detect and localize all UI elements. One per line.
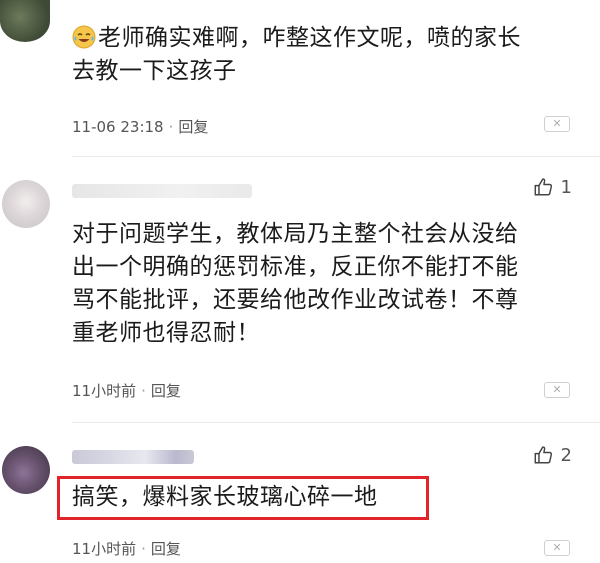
- close-icon[interactable]: ✕: [544, 116, 570, 132]
- username[interactable]: q2 34: [72, 184, 252, 198]
- reply-button[interactable]: 回复: [151, 382, 181, 400]
- avatar[interactable]: [2, 446, 50, 494]
- comment-line-2: 出一个明确的惩罚标准，反正你不能打不能: [72, 254, 519, 280]
- avatar[interactable]: [0, 0, 50, 42]
- divider: [72, 156, 600, 157]
- laughing-crying-emoji-icon: [72, 25, 96, 49]
- close-icon[interactable]: ✕: [544, 540, 570, 556]
- thumbs-up-icon: [534, 446, 552, 464]
- comment-line-1: 老师确实难啊，咋整这作文呢，喷的家长: [98, 25, 521, 51]
- close-icon[interactable]: ✕: [544, 382, 570, 398]
- username[interactable]: [72, 450, 194, 464]
- comment-line-2: 去教一下这孩子: [72, 58, 237, 84]
- comment-meta: 11-06 23:18 · 回复: [72, 116, 208, 137]
- timestamp: 11小时前: [72, 540, 137, 558]
- comment-line-4: 重老师也得忍耐！: [72, 320, 260, 346]
- highlight-box: [57, 476, 429, 520]
- reply-button[interactable]: 回复: [151, 540, 181, 558]
- comment-item: q2 34 1 对于问题学生，教体局乃主整个社会从没给 出一个明确的惩罚标准，反…: [0, 170, 600, 410]
- meta-separator: ·: [141, 540, 146, 558]
- comment-meta: 11小时前 · 回复: [72, 538, 181, 559]
- avatar[interactable]: [2, 180, 50, 228]
- like-count: 2: [560, 444, 572, 466]
- meta-separator: ·: [141, 382, 146, 400]
- like-button[interactable]: 1: [533, 176, 572, 198]
- meta-separator: ·: [168, 118, 174, 136]
- thumbs-up-icon: [534, 178, 552, 196]
- comment-text: 对于问题学生，教体局乃主整个社会从没给 出一个明确的惩罚标准，反正你不能打不能 …: [72, 218, 572, 350]
- comment-item: 老师确实难啊，咋整这作文呢，喷的家长 去教一下这孩子 11-06 23:18 · 回…: [0, 0, 600, 150]
- like-button[interactable]: 2: [533, 444, 572, 466]
- like-count: 1: [560, 176, 572, 198]
- comment-line-1: 对于问题学生，教体局乃主整个社会从没给: [72, 221, 519, 247]
- comment-line-3: 骂不能批评，还要给他改作业改试卷！不尊: [72, 287, 519, 313]
- divider: [72, 422, 600, 423]
- comment-meta: 11小时前 · 回复: [72, 380, 181, 401]
- timestamp: 11-06 23:18: [72, 118, 164, 136]
- reply-button[interactable]: 回复: [178, 118, 208, 136]
- timestamp: 11小时前: [72, 382, 137, 400]
- comment-text: 老师确实难啊，咋整这作文呢，喷的家长 去教一下这孩子: [72, 22, 572, 88]
